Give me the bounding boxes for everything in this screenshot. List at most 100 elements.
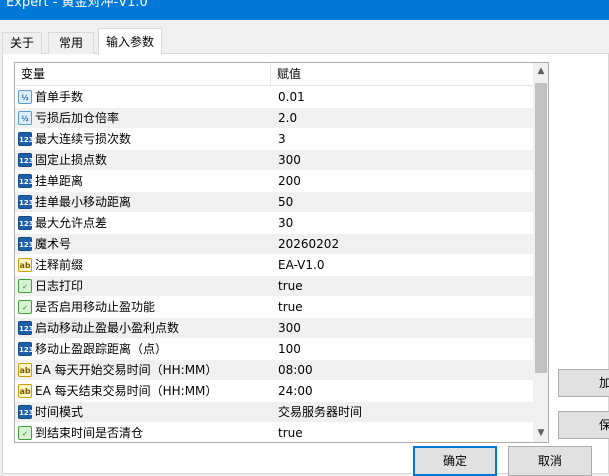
parameter-name: 最大连续亏损次数 [35,132,132,146]
parameter-value-cell[interactable]: 2.0 [271,108,533,129]
scrollbar-thumb[interactable] [535,83,547,373]
parameter-name: 到结束时间是否清仓 [35,426,144,440]
string-type-icon: ab [18,384,32,398]
scroll-down-arrow-icon[interactable]: ▼ [533,425,548,442]
bool-type-icon: ✓ [18,426,32,440]
parameter-name-cell: 123 固定止损点数 [15,150,271,171]
cancel-button[interactable]: 取消 [508,446,592,476]
parameter-value-cell[interactable]: 100 [271,339,533,360]
scroll-up-arrow-icon[interactable]: ▲ [533,63,548,80]
parameter-value-cell[interactable]: 30 [271,213,533,234]
parameter-name: 是否启用移动止盈功能 [35,300,156,314]
integer-type-icon: 123 [18,321,34,335]
parameter-value-cell[interactable]: 交易服务器时间 [271,402,533,423]
string-type-icon: ab [18,363,32,377]
parameter-name-cell: 123 最大连续亏损次数 [15,129,271,150]
parameter-row[interactable]: ab EA 每天开始交易时间（HH:MM） 08:00 [15,360,533,381]
parameter-value-cell[interactable]: 20260202 [271,234,533,255]
parameter-row[interactable]: 123 挂单最小移动距离 50 [15,192,533,213]
parameter-value-cell[interactable]: true [271,276,533,297]
parameter-name: 魔术号 [35,237,72,251]
parameter-name-cell: ab 注释前缀 [15,255,271,276]
parameter-row[interactable]: ✓ 是否启用移动止盈功能 true [15,297,533,318]
parameter-name: EA 每天开始交易时间（HH:MM） [35,363,218,377]
parameter-name: 挂单距离 [35,174,84,188]
parameter-name-cell: 123 时间模式 [15,402,271,423]
parameter-name-cell: ✓ 是否启用移动止盈功能 [15,297,271,318]
integer-type-icon: 123 [18,342,34,356]
parameter-name: 首单手数 [35,90,84,104]
parameter-value-cell[interactable]: 50 [271,192,533,213]
parameter-name: 日志打印 [35,279,84,293]
integer-type-icon: 123 [18,195,34,209]
parameter-value-cell[interactable]: 200 [271,171,533,192]
integer-type-icon: 123 [18,405,34,419]
double-type-icon: ½ [18,90,32,104]
tab-input-parameters[interactable]: 输入参数 [98,28,162,55]
parameter-value-cell[interactable]: true [271,297,533,318]
parameter-row[interactable]: 123 移动止盈跟踪距离（点） 100 [15,339,533,360]
parameter-name: 注释前缀 [35,258,84,272]
parameter-row[interactable]: ½ 亏损后加仓倍率 2.0 [15,108,533,129]
parameter-name-cell: 123 挂单距离 [15,171,271,192]
tab-about[interactable]: 关于 [2,32,42,54]
integer-type-icon: 123 [18,132,34,146]
parameter-value-cell[interactable]: 300 [271,150,533,171]
parameter-value-cell[interactable]: EA-V1.0 [271,255,533,276]
parameter-name: 挂单最小移动距离 [35,195,132,209]
parameter-name-cell: ✓ 日志打印 [15,276,271,297]
parameter-name-cell: ab EA 每天开始交易时间（HH:MM） [15,360,271,381]
parameter-value-cell[interactable]: 08:00 [271,360,533,381]
parameter-name-cell: ½ 首单手数 [15,87,271,108]
integer-type-icon: 123 [18,174,34,188]
parameter-row[interactable]: 123 启动移动止盈最小盈利点数 300 [15,318,533,339]
parameter-name: 最大允许点差 [35,216,108,230]
parameter-name: 时间模式 [35,405,84,419]
tab-common[interactable]: 常用 [48,32,94,54]
parameter-row[interactable]: 123 魔术号 20260202 [15,234,533,255]
ok-button[interactable]: 确定 [413,446,497,476]
parameter-value-cell[interactable]: 24:00 [271,381,533,402]
parameter-name: 固定止损点数 [35,153,108,167]
tab-strip: 关于 常用 输入参数 [0,28,609,55]
parameter-value-cell[interactable]: 0.01 [271,87,533,108]
double-type-icon: ½ [18,111,32,125]
parameter-row[interactable]: ab EA 每天结束交易时间（HH:MM） 24:00 [15,381,533,402]
parameter-row[interactable]: ✓ 日志打印 true [15,276,533,297]
parameter-value-cell[interactable]: true [271,423,533,442]
parameter-name-cell: 123 移动止盈跟踪距离（点） [15,339,271,360]
parameter-name-cell: 123 挂单最小移动距离 [15,192,271,213]
string-type-icon: ab [18,258,32,272]
parameter-value-cell[interactable]: 3 [271,129,533,150]
bool-type-icon: ✓ [18,279,32,293]
parameter-name-cell: 123 启动移动止盈最小盈利点数 [15,318,271,339]
parameters-grid: 变量 赋值 ½ 首单手数 0.01 ½ 亏损后加仓倍率 2.0 123 最大连续亏损次数 3 12… [14,62,549,443]
integer-type-icon: 123 [18,237,34,251]
vertical-scrollbar[interactable]: ▲ ▼ [533,63,548,442]
parameter-row[interactable]: 123 固定止损点数 300 [15,150,533,171]
parameter-row[interactable]: ab 注释前缀 EA-V1.0 [15,255,533,276]
integer-type-icon: 123 [18,216,34,230]
grid-header: 变量 赋值 [15,63,533,86]
window-title: Expert - 黄金对冲-V1.0 [6,0,148,10]
parameter-row[interactable]: ½ 首单手数 0.01 [15,87,533,108]
parameter-name: 亏损后加仓倍率 [35,111,120,125]
parameter-row[interactable]: 123 最大允许点差 30 [15,213,533,234]
parameter-name-cell: ✓ 到结束时间是否清仓 [15,423,271,442]
parameter-value-cell[interactable]: 300 [271,318,533,339]
bool-type-icon: ✓ [18,300,32,314]
parameter-name-cell: ½ 亏损后加仓倍率 [15,108,271,129]
load-button[interactable]: 加 [558,369,609,397]
column-header-variable[interactable]: 变量 [15,63,271,86]
parameter-row[interactable]: 123 挂单距离 200 [15,171,533,192]
parameter-row[interactable]: 123 最大连续亏损次数 3 [15,129,533,150]
save-button[interactable]: 保 [558,411,609,439]
parameter-name-cell: 123 最大允许点差 [15,213,271,234]
integer-type-icon: 123 [18,153,34,167]
parameter-row[interactable]: 123 时间模式 交易服务器时间 [15,402,533,423]
parameter-name-cell: 123 魔术号 [15,234,271,255]
parameter-name-cell: ab EA 每天结束交易时间（HH:MM） [15,381,271,402]
parameter-row[interactable]: ✓ 到结束时间是否清仓 true [15,423,533,442]
column-header-value[interactable]: 赋值 [271,63,533,86]
window-titlebar: Expert - 黄金对冲-V1.0 [0,0,609,20]
